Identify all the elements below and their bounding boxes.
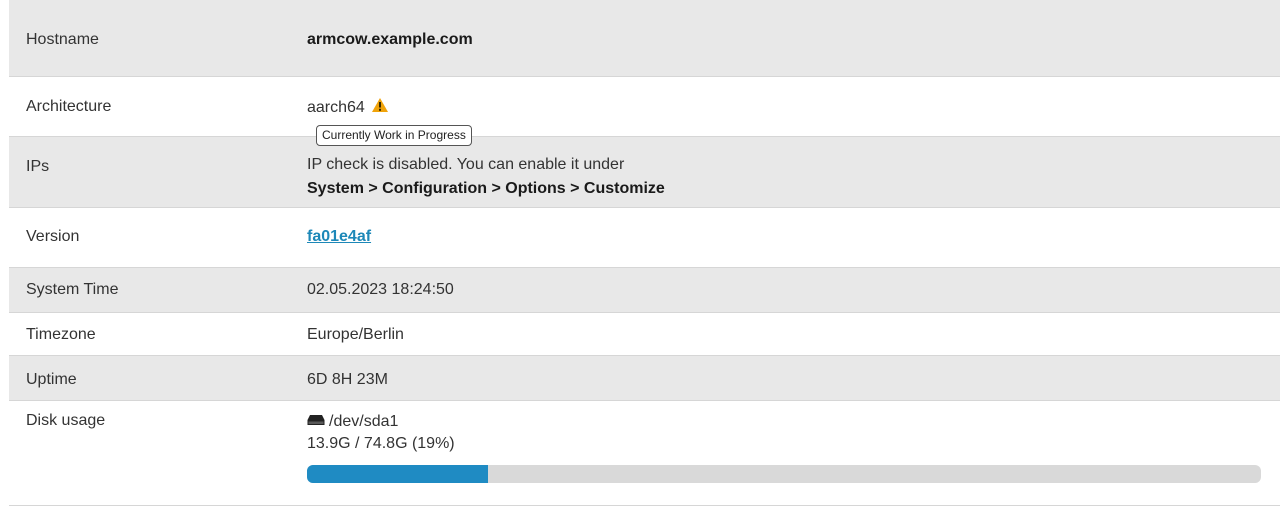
warning-triangle-icon[interactable] — [371, 97, 389, 119]
hdd-icon — [307, 411, 325, 433]
system-time-label: System Time — [26, 281, 119, 298]
row-hostname: Hostname armcow.example.com — [9, 0, 1280, 77]
ips-label: IPs — [26, 158, 50, 175]
timezone-label: Timezone — [26, 326, 96, 343]
row-timezone: Timezone Europe/Berlin — [9, 312, 1280, 356]
uptime-label: Uptime — [26, 371, 77, 388]
work-in-progress-tooltip: Currently Work in Progress — [316, 125, 472, 146]
row-disk-usage: Disk usage /dev/sda1 13.9G / 74.8G (19%) — [9, 400, 1280, 506]
system-info-table: Hostname armcow.example.com Architecture… — [9, 0, 1280, 506]
hostname-label: Hostname — [26, 31, 99, 48]
row-uptime: Uptime 6D 8H 23M — [9, 355, 1280, 401]
ips-message: IP check is disabled. You can enable it … — [307, 156, 625, 173]
timezone-value: Europe/Berlin — [307, 326, 404, 343]
system-time-value: 02.05.2023 18:24:50 — [307, 281, 454, 298]
architecture-label: Architecture — [26, 98, 112, 115]
uptime-value: 6D 8H 23M — [307, 371, 388, 388]
row-version: Version fa01e4af — [9, 207, 1280, 268]
disk-usage-bar — [307, 465, 1261, 484]
row-architecture: Architecture aarch64 — [9, 76, 1280, 137]
ips-config-path: System > Configuration > Options > Custo… — [307, 180, 665, 197]
version-label: Version — [26, 228, 80, 245]
disk-usage-text: 13.9G / 74.8G (19%) — [307, 435, 455, 453]
hostname-value: armcow.example.com — [307, 31, 473, 48]
architecture-value: aarch64 — [307, 99, 365, 117]
disk-device: /dev/sda1 — [329, 413, 399, 431]
version-link[interactable]: fa01e4af — [307, 228, 371, 245]
disk-usage-label: Disk usage — [26, 412, 106, 429]
disk-usage-bar-fill — [307, 465, 489, 484]
row-ips: IPs IP check is disabled. You can enable… — [9, 136, 1280, 208]
row-system-time: System Time 02.05.2023 18:24:50 — [9, 267, 1280, 313]
